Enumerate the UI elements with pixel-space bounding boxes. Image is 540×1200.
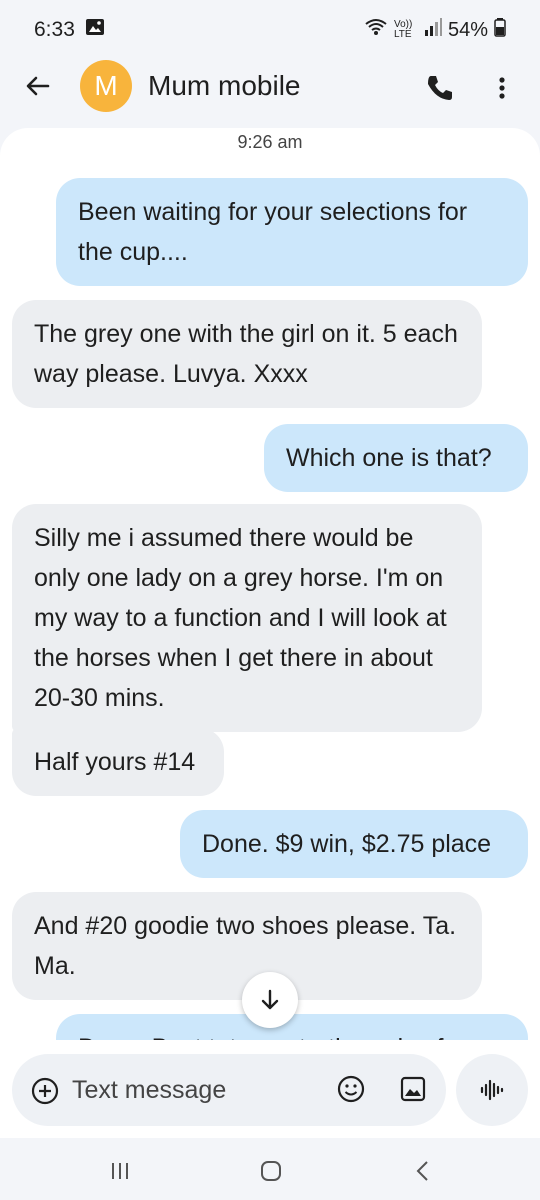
battery-icon [494, 17, 506, 43]
message-composer [0, 1040, 540, 1138]
emoji-button[interactable] [336, 1074, 366, 1104]
home-icon [261, 1161, 281, 1181]
signal-icon [424, 17, 442, 43]
message-bubble-received[interactable]: The grey one with the girl on it. 5 each… [12, 300, 482, 408]
emoji-icon [337, 1075, 365, 1103]
battery-percent: 54% [447, 18, 488, 41]
conversation-thread[interactable]: 9:26 am Been waiting for your selections… [0, 128, 540, 1138]
app-bar: M Mum mobile [0, 60, 540, 128]
back-button[interactable] [22, 70, 54, 102]
message-bubble-sent[interactable]: Been waiting for your selections for the… [56, 178, 528, 286]
arrow-down-icon [261, 989, 279, 1010]
more-vert-icon [499, 77, 505, 99]
attach-button[interactable] [30, 1076, 60, 1106]
status-bar: 6:33 Vo)) LTE 54% [0, 0, 540, 60]
wifi-icon [364, 17, 388, 43]
arrow-back-icon [26, 76, 50, 96]
text-message-input[interactable] [72, 1072, 322, 1108]
scroll-to-bottom-button[interactable] [242, 972, 298, 1028]
home-button[interactable] [256, 1156, 286, 1186]
recent-apps-button[interactable] [105, 1156, 135, 1186]
system-nav-bar [0, 1138, 540, 1200]
voice-message-button[interactable] [456, 1054, 528, 1126]
recent-apps-icon [112, 1163, 128, 1179]
message-timestamp: 9:26 am [237, 132, 303, 152]
contact-avatar[interactable]: M [80, 60, 132, 112]
gallery-notification-icon [85, 17, 105, 43]
message-bubble-received[interactable]: Half yours #14 [12, 728, 224, 796]
message-bubble-received[interactable]: Silly me i assumed there would be only o… [12, 504, 482, 732]
compose-field-container [12, 1054, 446, 1126]
gallery-button[interactable] [398, 1074, 428, 1104]
phone-icon [428, 76, 452, 100]
voice-waveform-icon [480, 1079, 504, 1101]
status-indicators: Vo)) LTE 54% [364, 17, 506, 43]
image-icon [400, 1076, 426, 1102]
status-time: 6:33 [34, 18, 75, 41]
message-bubble-sent[interactable]: Done. $9 win, $2.75 place [180, 810, 528, 878]
system-back-button[interactable] [408, 1156, 438, 1186]
chevron-left-icon [416, 1161, 428, 1181]
message-bubble-sent[interactable]: Which one is that? [264, 424, 528, 492]
call-button[interactable] [424, 72, 456, 104]
more-options-button[interactable] [490, 72, 514, 104]
add-circle-icon [31, 1077, 59, 1105]
network-type-label: Vo)) LTE [393, 19, 413, 40]
contact-name[interactable]: Mum mobile [148, 70, 300, 102]
